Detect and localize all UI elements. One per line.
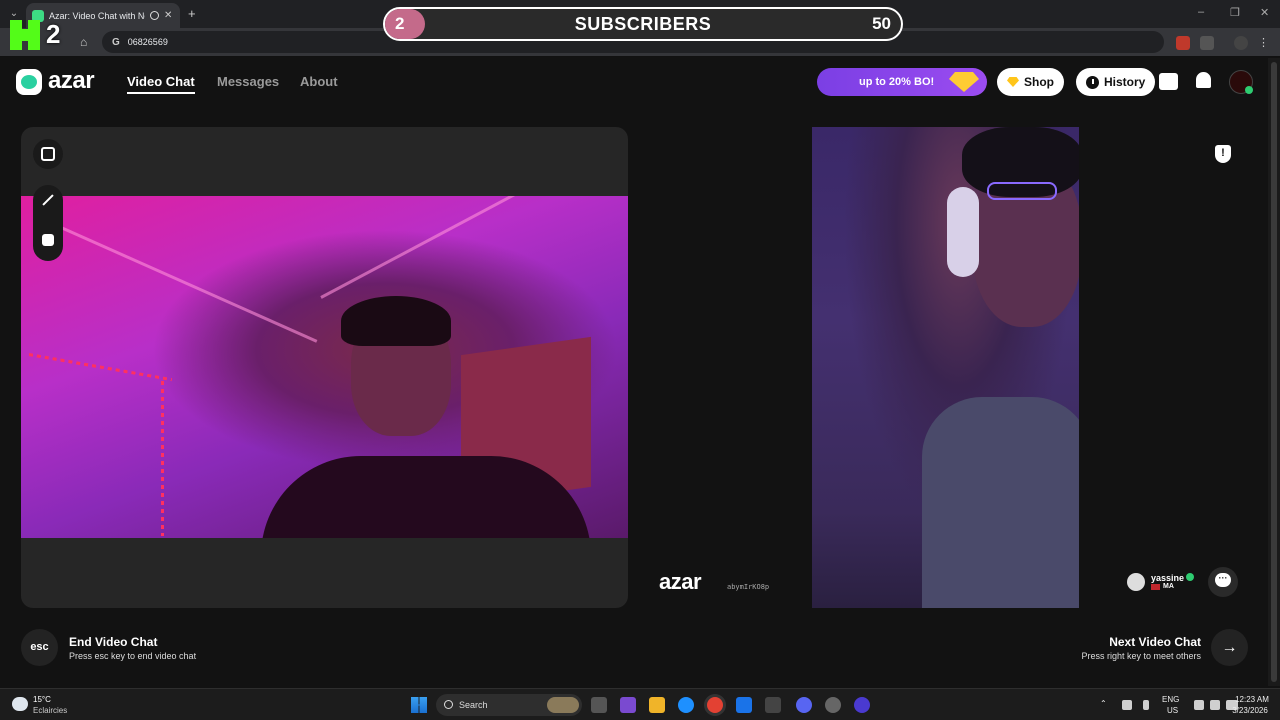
obs-icon[interactable] [825,697,841,713]
tab-close-icon[interactable]: ✕ [164,10,172,21]
peer-country: MA [1163,583,1174,590]
task-view-icon[interactable] [591,697,607,713]
google-icon: G [112,36,120,48]
shop-button[interactable]: Shop [997,68,1064,96]
page-scrollbar[interactable] [1268,58,1280,686]
maximize-icon[interactable]: ❐ [1230,6,1240,19]
end-chat-title: End Video Chat [69,635,158,649]
network-icon[interactable] [1194,700,1204,710]
history-button[interactable]: History [1076,68,1156,96]
online-status-dot [1245,86,1253,94]
next-chat-button[interactable]: → [1211,629,1248,666]
search-highlight-icon[interactable] [547,697,579,713]
expand-icon [41,147,55,161]
person-hair [341,296,451,346]
subscriber-goal: 50 [872,14,891,33]
weather-temp: 15°C [33,695,51,704]
watermark-code: abymIrKO8p [727,583,770,591]
ceiling-molding [60,226,318,343]
home-icon[interactable]: ⌂ [80,35,87,49]
nav-video-chat[interactable]: Video Chat [127,74,195,89]
new-tab-button[interactable]: + [188,6,196,21]
close-window-icon[interactable]: ✕ [1260,6,1269,19]
country-flag-icon [1151,584,1160,590]
history-label: History [1104,75,1146,89]
app-header: azar Video Chat Messages About up to 20%… [0,58,1268,108]
ceiling-molding [320,196,552,299]
kick-viewer-count: 2 [46,19,61,49]
arrow-right-icon: → [1221,639,1238,656]
lang-top[interactable]: ENG [1162,695,1179,704]
gem-icon [949,72,979,92]
face-filter-icon[interactable] [42,234,54,246]
self-video-panel [21,127,628,608]
peer-headphones [947,187,979,277]
profile-avatar-icon[interactable] [1234,36,1248,50]
url-text: 06826569 [127,37,168,47]
azar-logo-icon[interactable] [16,69,42,95]
minimize-icon[interactable]: – [1198,6,1204,18]
weather-cloud-icon[interactable] [12,697,28,711]
lang-bottom[interactable]: US [1167,706,1178,715]
nav-active-underline [127,92,195,94]
shop-label: Shop [1024,75,1054,89]
chat-bubble-button[interactable] [1208,567,1238,597]
browser-menu-icon[interactable]: ⋮ [1258,36,1272,50]
subscriber-goal-bar: 2 SUBSCRIBERS 50 [383,7,903,41]
azar-favicon-icon [32,9,44,22]
mail-icon[interactable] [736,697,752,713]
self-camera-feed [21,196,628,538]
remote-video-panel: ! azar abymIrKO8p yassine MA [643,127,1250,608]
tab-list-chevron-icon[interactable]: ⌄ [6,6,22,22]
volume-icon[interactable] [1210,700,1220,710]
next-chat-hint: Press right key to meet others [1081,651,1201,661]
edge-icon[interactable] [678,697,694,713]
store-icon[interactable] [765,697,781,713]
discord-icon[interactable] [796,697,812,713]
led-strip [28,353,173,382]
recording-indicator-icon [150,11,159,20]
microsoft-365-icon[interactable] [620,697,636,713]
end-chat-button[interactable]: esc [21,629,58,666]
peer-avatar[interactable] [1127,573,1145,591]
nav-messages[interactable]: Messages [217,74,279,89]
expand-button[interactable] [33,139,63,169]
tray-cloud-icon[interactable] [1122,700,1132,710]
weather-desc: Eclaircies [33,706,68,715]
peer-glasses [987,182,1057,200]
extensions-puzzle-icon[interactable] [1200,36,1214,50]
end-chat-hint: Press esc key to end video chat [69,651,197,661]
remote-camera-feed [812,127,1079,608]
camera-tools [33,185,63,261]
clock-icon [1086,75,1099,89]
watermark-logo: azar [659,569,702,594]
clock-time[interactable]: 12:23 AM [1232,695,1272,704]
next-chat-title: Next Video Chat [1109,635,1201,649]
report-shield-icon[interactable]: ! [1215,145,1231,163]
diamond-icon [1007,77,1019,87]
app-icon[interactable] [854,697,870,713]
microphone-icon[interactable] [1143,700,1149,710]
windows-start-icon[interactable] [411,697,427,713]
tab-title: Azar: Video Chat with New [49,10,145,21]
windows-taskbar: 15°C Eclaircies Search ⌃ ENG US 12:23 AM… [0,688,1280,720]
promo-banner[interactable]: up to 20% BO! [817,68,987,96]
clock-date[interactable]: 3/23/2026 [1228,706,1272,715]
peer-body [922,397,1079,608]
subscriber-label: SUBSCRIBERS [574,14,712,34]
peer-name[interactable]: yassine [1151,573,1184,583]
magic-wand-icon[interactable] [42,194,54,206]
app-logo[interactable]: azar [48,67,95,95]
extension-badge-icon[interactable] [1176,36,1190,50]
led-strip [161,381,164,536]
inbox-icon[interactable] [1159,73,1178,90]
search-icon [444,700,453,709]
nav-about[interactable]: About [300,74,338,89]
file-explorer-icon[interactable] [649,697,665,713]
notification-bell-icon[interactable] [1196,72,1211,88]
verified-badge-icon [1186,573,1194,581]
tray-chevron-icon[interactable]: ⌃ [1100,699,1107,708]
promo-text: up to 20% BO! [859,76,935,88]
chrome-icon[interactable] [707,697,723,713]
